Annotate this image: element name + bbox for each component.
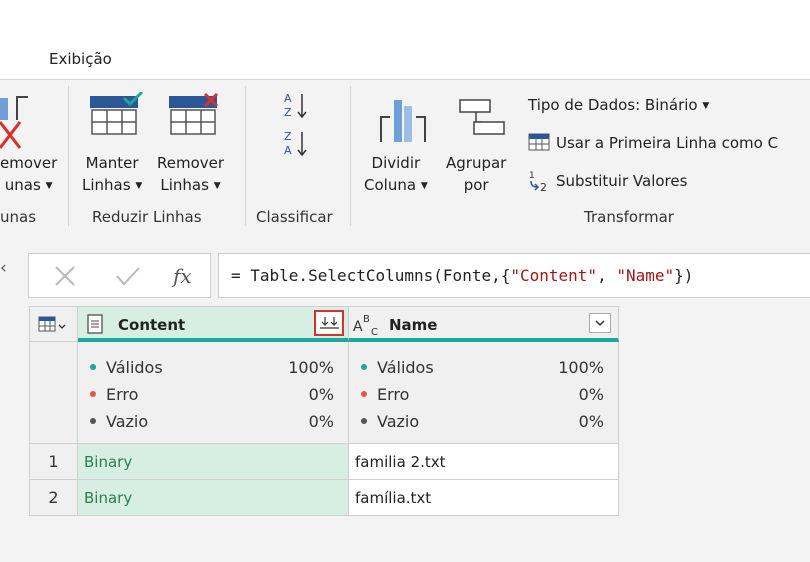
svg-text:C: C bbox=[371, 327, 378, 337]
chevron-down-icon bbox=[595, 320, 605, 327]
svg-text:1: 1 bbox=[529, 171, 535, 181]
sort-descending-button[interactable]: Z A bbox=[282, 128, 312, 160]
collapse-queries-icon[interactable]: ‹ bbox=[0, 258, 7, 278]
split-column-button[interactable]: Dividir Coluna ▼ bbox=[360, 80, 436, 200]
valid-dot-icon bbox=[90, 364, 96, 370]
profile-row-header bbox=[29, 342, 78, 444]
text-type-icon: A B C bbox=[353, 314, 378, 337]
keep-rows-button[interactable]: Manter Linhas ▼ bbox=[78, 80, 154, 200]
remove-rows-button[interactable]: Remover Linhas ▼ bbox=[155, 80, 235, 200]
column-quality-name: Válidos 100% Erro 0% Vazio 0% bbox=[349, 342, 619, 444]
group-label-reduce-rows: Reduzir Linhas bbox=[92, 208, 202, 226]
sort-descending-icon: Z A bbox=[284, 130, 307, 157]
table-header-icon bbox=[528, 133, 550, 151]
empty-dot-icon bbox=[361, 418, 367, 424]
remove-rows-label: Remover Linhas ▼ bbox=[157, 154, 225, 194]
column-header-content[interactable]: Content bbox=[78, 306, 349, 342]
error-label: Erro bbox=[90, 385, 138, 404]
group-separator bbox=[350, 86, 351, 226]
svg-text:Z: Z bbox=[284, 106, 292, 119]
group-label-transform: Transformar bbox=[584, 208, 674, 226]
function-icon[interactable]: fx bbox=[171, 261, 201, 291]
data-type-dropdown[interactable]: Tipo de Dados: Binário ▼ bbox=[528, 96, 709, 114]
valid-label: Válidos bbox=[361, 358, 434, 377]
column-header-name[interactable]: A B C Name bbox=[349, 306, 619, 342]
empty-label: Vazio bbox=[90, 412, 148, 431]
empty-dot-icon bbox=[90, 418, 96, 424]
table-cell-name[interactable]: familia 2.txt bbox=[349, 444, 619, 480]
svg-text:A: A bbox=[353, 319, 363, 335]
group-by-icon bbox=[459, 99, 505, 135]
use-first-row-header-button[interactable]: Usar a Primeira Linha como C bbox=[528, 133, 778, 152]
ribbon: emover unas ▼ unas Manter Linhas ▼ Remov… bbox=[0, 79, 810, 234]
sort-ascending-button[interactable]: A Z bbox=[282, 90, 312, 122]
svg-text:A: A bbox=[284, 92, 292, 105]
tab-bar: Exibição bbox=[0, 0, 810, 79]
table-icon bbox=[38, 316, 66, 332]
row-number[interactable]: 2 bbox=[29, 480, 78, 516]
replace-values-button[interactable]: 1 2 Substituir Valores bbox=[528, 170, 687, 194]
empty-percent: 0% bbox=[308, 412, 334, 431]
remove-columns-button[interactable]: emover unas ▼ bbox=[0, 80, 62, 200]
error-percent: 0% bbox=[308, 385, 334, 404]
group-separator bbox=[245, 86, 246, 226]
split-column-label: Dividir Coluna ▼ bbox=[364, 154, 428, 194]
cancel-icon[interactable] bbox=[53, 264, 77, 288]
sort-ascending-icon: A Z bbox=[284, 92, 307, 119]
svg-text:Z: Z bbox=[284, 130, 292, 143]
formula-input[interactable]: = Table.SelectColumns(Fonte,{"Content", … bbox=[218, 253, 810, 298]
keep-rows-label: Manter Linhas ▼ bbox=[82, 154, 143, 194]
group-by-button[interactable]: Agrupar por bbox=[444, 80, 520, 200]
valid-percent: 100% bbox=[558, 358, 604, 377]
tab-exibicao[interactable]: Exibição bbox=[49, 50, 112, 68]
replace-values-icon: 1 2 bbox=[529, 171, 547, 194]
valid-dot-icon bbox=[361, 364, 367, 370]
data-grid: Content A B C Name Válidos 100% Erro 0% … bbox=[29, 306, 619, 516]
valid-label: Válidos bbox=[90, 358, 163, 377]
group-label-sort: Classificar bbox=[256, 208, 333, 226]
empty-percent: 0% bbox=[578, 412, 604, 431]
expand-download-icon bbox=[320, 317, 339, 329]
formula-bar: fx = Table.SelectColumns(Fonte,{"Content… bbox=[28, 253, 810, 298]
table-cell-content[interactable]: Binary bbox=[78, 480, 349, 516]
remove-columns-icon bbox=[0, 96, 28, 149]
column-filter-button[interactable] bbox=[589, 313, 611, 333]
group-separator bbox=[68, 86, 69, 226]
group-label-columns: unas bbox=[0, 208, 37, 226]
table-menu-button[interactable] bbox=[29, 306, 78, 342]
split-column-icon bbox=[380, 100, 426, 142]
svg-text:B: B bbox=[363, 314, 370, 325]
group-by-label: Agrupar por bbox=[446, 154, 507, 194]
remove-columns-label: emover unas ▼ bbox=[0, 154, 58, 194]
row-number[interactable]: 1 bbox=[29, 444, 78, 480]
table-cell-content[interactable]: Binary bbox=[78, 444, 349, 480]
error-dot-icon bbox=[90, 391, 96, 397]
error-dot-icon bbox=[361, 391, 367, 397]
column-header-label: Content bbox=[118, 316, 186, 334]
table-cell-name[interactable]: família.txt bbox=[349, 480, 619, 516]
expand-binary-button[interactable] bbox=[314, 310, 344, 336]
valid-percent: 100% bbox=[288, 358, 334, 377]
column-header-label: Name bbox=[389, 316, 438, 334]
remove-rows-icon bbox=[169, 92, 219, 135]
column-quality-content: Válidos 100% Erro 0% Vazio 0% bbox=[78, 342, 349, 444]
error-percent: 0% bbox=[578, 385, 604, 404]
svg-text:A: A bbox=[284, 144, 292, 157]
svg-text:2: 2 bbox=[540, 181, 547, 192]
error-label: Erro bbox=[361, 385, 409, 404]
svg-text:fx: fx bbox=[171, 264, 192, 288]
empty-label: Vazio bbox=[361, 412, 419, 431]
binary-icon bbox=[87, 314, 103, 334]
formula-buttons: fx bbox=[28, 253, 211, 298]
confirm-icon[interactable] bbox=[115, 264, 141, 288]
keep-rows-icon bbox=[90, 92, 144, 135]
